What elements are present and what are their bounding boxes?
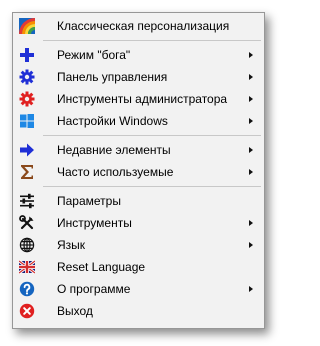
menu-item-reset-language[interactable]: Reset Language xyxy=(13,256,264,278)
menu-item-control-panel[interactable]: Панель управления xyxy=(13,66,264,88)
submenu-arrow-icon xyxy=(249,286,253,292)
menu-item-label: Режим "бога" xyxy=(57,48,131,62)
tools-icon xyxy=(19,215,35,231)
submenu-arrow-icon xyxy=(249,147,253,153)
menu-separator xyxy=(13,37,264,44)
gear-icon xyxy=(19,69,35,85)
menu-item-label: Настройки Windows xyxy=(57,114,168,128)
submenu-arrow-icon xyxy=(249,169,253,175)
menu-item-label: Reset Language xyxy=(57,260,146,274)
gear-red-icon xyxy=(19,91,35,107)
menu-item-label: Часто используемые xyxy=(57,165,174,179)
menu-item-label: Недавние элементы xyxy=(57,143,171,157)
menu-item-god-mode[interactable]: Режим "бога" xyxy=(13,44,264,66)
menu-item-label: Инструменты администратора xyxy=(57,92,228,106)
menu-item-label: Параметры xyxy=(57,194,121,208)
submenu-arrow-icon xyxy=(249,242,253,248)
submenu-arrow-icon xyxy=(249,96,253,102)
menu-item-label: Выход xyxy=(57,304,93,318)
windows-icon xyxy=(19,113,35,129)
exit-icon xyxy=(19,303,35,319)
menu-item-recent-items[interactable]: Недавние элементы xyxy=(13,139,264,161)
menu-item-label: Инструменты xyxy=(57,216,132,230)
submenu-arrow-icon xyxy=(249,220,253,226)
menu-item-label: Классическая персонализация xyxy=(57,19,230,33)
menu-item-classic-personalization[interactable]: Классическая персонализация xyxy=(13,15,264,37)
help-icon xyxy=(19,281,35,297)
menu-separator xyxy=(13,183,264,190)
uk-flag-icon xyxy=(19,259,35,275)
menu-item-about[interactable]: О программе xyxy=(13,278,264,300)
menu-item-frequently-used[interactable]: Часто используемые xyxy=(13,161,264,183)
rainbow-icon xyxy=(19,18,35,34)
arrow-right-icon xyxy=(19,142,35,158)
submenu-arrow-icon xyxy=(249,74,253,80)
menu-item-label: О программе xyxy=(57,282,131,296)
menu-item-parameters[interactable]: Параметры xyxy=(13,190,264,212)
menu-item-label: Язык xyxy=(57,238,86,252)
plus-icon xyxy=(19,47,35,63)
globe-icon xyxy=(19,237,35,253)
sliders-icon xyxy=(19,193,35,209)
menu-item-language[interactable]: Язык xyxy=(13,234,264,256)
menu-item-exit[interactable]: Выход xyxy=(13,300,264,322)
context-menu: Классическая персонализация Режим "бога" xyxy=(12,12,265,329)
menu-item-windows-settings[interactable]: Настройки Windows xyxy=(13,110,264,132)
submenu-arrow-icon xyxy=(249,118,253,124)
menu-separator xyxy=(13,132,264,139)
submenu-arrow-icon xyxy=(249,52,253,58)
menu-item-admin-tools[interactable]: Инструменты администратора xyxy=(13,88,264,110)
menu-item-label: Панель управления xyxy=(57,70,168,84)
menu-item-tools[interactable]: Инструменты xyxy=(13,212,264,234)
sigma-icon xyxy=(19,164,35,180)
